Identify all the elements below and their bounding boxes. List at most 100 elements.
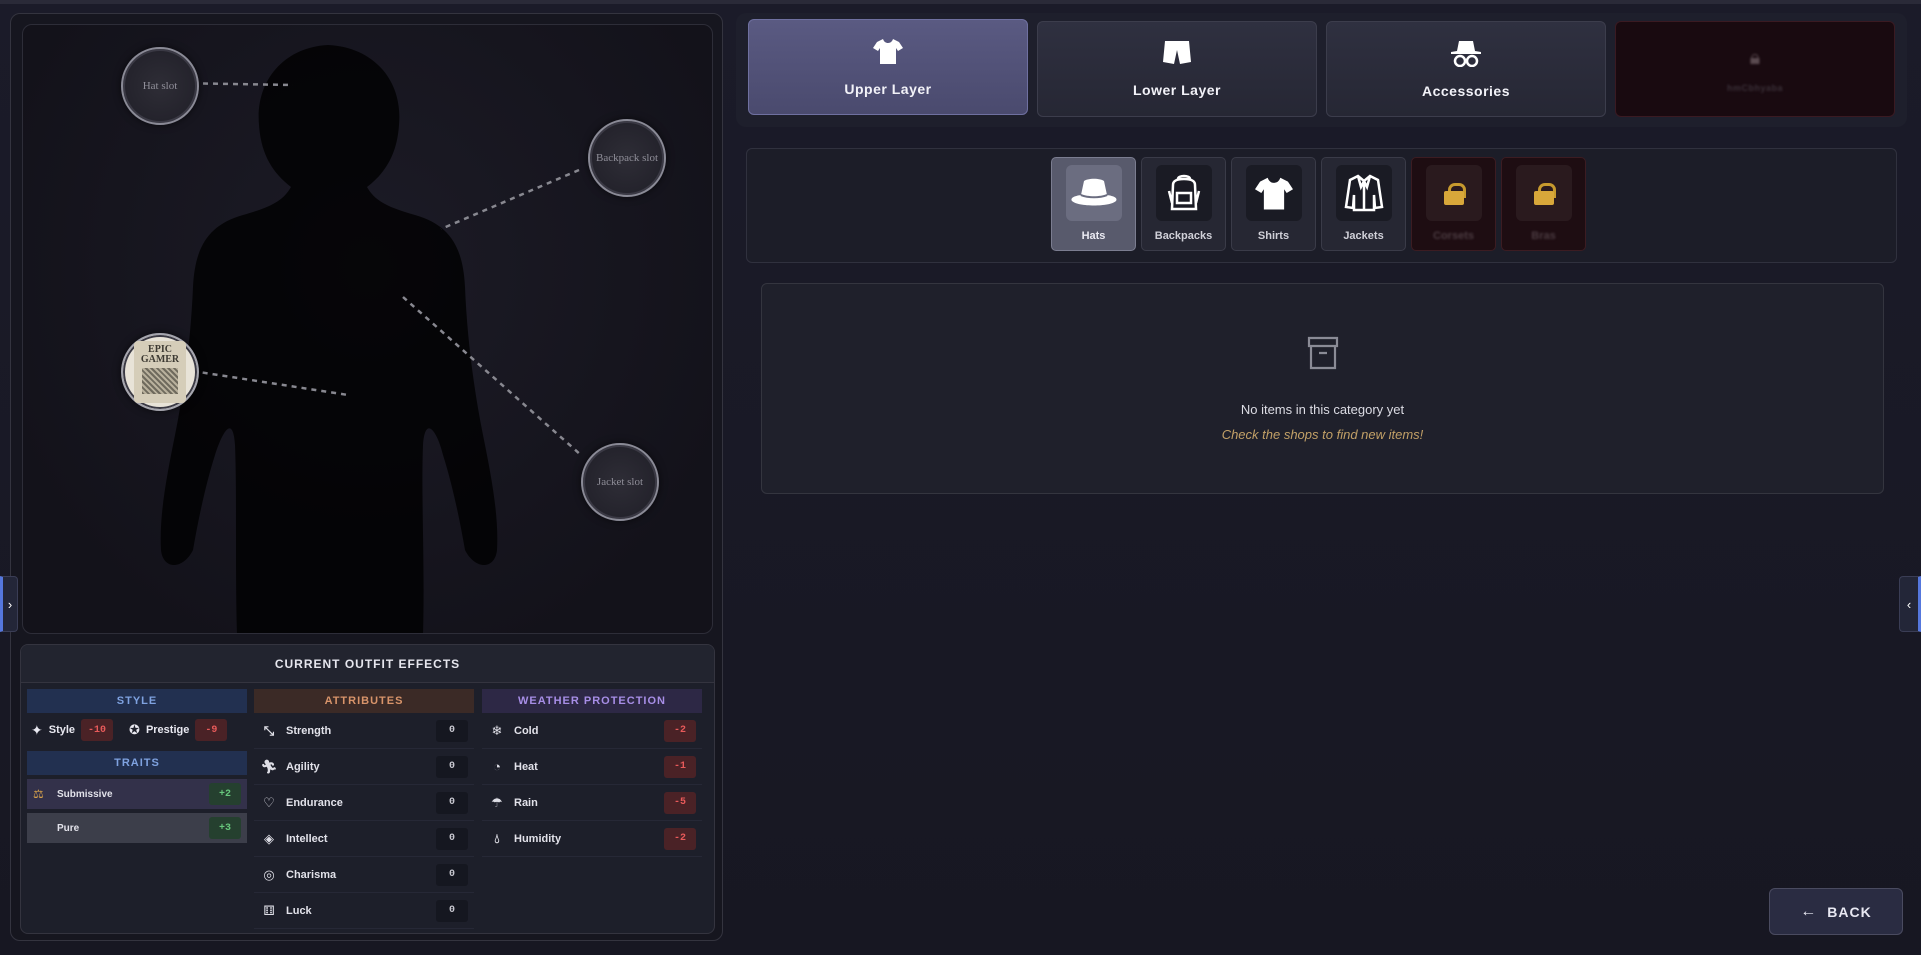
hat-slot-label: Hat slot — [142, 80, 178, 92]
weather-heat: ◔ Heat -1 — [482, 749, 702, 785]
subtab-corsets-locked[interactable]: Corsets — [1411, 157, 1496, 251]
attribute-label: Intellect — [286, 832, 328, 845]
scales-icon: ⚖ — [33, 787, 44, 801]
heat-icon: ◔ — [493, 759, 501, 774]
tab-locked-category[interactable]: 🔒︎ hmCbhyaba — [1615, 21, 1895, 117]
weather-cold: ❄ Cold -2 — [482, 713, 702, 749]
droplet-icon: 💧︎ — [494, 830, 500, 846]
style-header: STYLE — [27, 689, 247, 713]
outfit-effects-panel: CURRENT OUTFIT EFFECTS STYLE ✦ Style -10… — [20, 644, 715, 934]
attribute-value: 0 — [436, 827, 468, 850]
outfit-effects-title: CURRENT OUTFIT EFFECTS — [21, 645, 714, 683]
hat-slot[interactable]: Hat slot — [121, 47, 199, 125]
character-preview: Hat slot Backpack slot EPIC GAMER Jacket… — [22, 24, 713, 634]
trait-submissive: ⚖ Submissive +2 — [27, 779, 247, 809]
style-stats: ✦ Style -10 ✪ Prestige -9 — [27, 713, 247, 747]
heart-pulse-icon: ♡ — [263, 794, 275, 810]
attribute-value: 0 — [436, 755, 468, 778]
weather-value: -2 — [664, 827, 696, 850]
trait-label: Pure — [57, 822, 80, 834]
prestige-label: Prestige — [145, 724, 190, 736]
jacket-slot[interactable]: Jacket slot — [581, 443, 659, 521]
charisma-icon: ◎ — [263, 866, 275, 882]
attribute-luck: ⚅ Luck 0 — [254, 893, 474, 929]
attribute-agility: 🏃︎ Agility 0 — [254, 749, 474, 785]
attributes-header: ATTRIBUTES — [254, 689, 474, 713]
attributes-column: ATTRIBUTES ⤡ Strength 0 🏃︎ Agility 0 ♡ E… — [254, 689, 474, 929]
shirt-icon — [1245, 165, 1302, 221]
empty-title: No items in this category yet — [1240, 402, 1405, 417]
backpack-icon — [1155, 165, 1212, 221]
weather-header: WEATHER PROTECTION — [482, 689, 702, 713]
subtab-hats[interactable]: Hats — [1051, 157, 1136, 251]
graduation-cap-icon: ◈ — [264, 830, 274, 846]
hat-icon — [1065, 165, 1122, 221]
attribute-value: 0 — [436, 863, 468, 886]
running-icon: 🏃︎ — [260, 758, 278, 774]
jacket-slot-label: Jacket slot — [596, 476, 644, 488]
back-button[interactable]: ← BACK — [1769, 888, 1903, 935]
shirt-slot[interactable]: EPIC GAMER — [121, 333, 199, 411]
attribute-label: Agility — [286, 760, 320, 773]
trait-value: +3 — [209, 817, 241, 839]
attribute-label: Endurance — [286, 796, 343, 809]
backpack-slot-label: Backpack slot — [595, 152, 658, 164]
trait-value: +2 — [209, 783, 241, 805]
tshirt-icon — [873, 37, 903, 69]
subtab-label: Bras — [1531, 230, 1556, 242]
attribute-label: Strength — [286, 724, 332, 737]
trait-label: Submissive — [57, 788, 113, 800]
jacket-icon — [1335, 165, 1392, 221]
weather-label: Rain — [514, 796, 538, 809]
arrow-left-icon: ← — [1800, 902, 1818, 920]
chevron-right-icon: › — [7, 596, 13, 612]
trait-pure: Pure +3 — [27, 813, 247, 843]
tab-label: Accessories — [1421, 83, 1510, 99]
weather-label: Cold — [514, 724, 539, 737]
subcategory-bar: Hats Backpacks Shirts Jackets Corsets Br… — [746, 148, 1897, 263]
left-drawer-toggle[interactable]: › — [0, 576, 18, 632]
tab-lower-layer[interactable]: Lower Layer — [1037, 21, 1317, 117]
tab-label: Upper Layer — [844, 81, 932, 97]
top-border — [0, 0, 1921, 4]
backpack-slot[interactable]: Backpack slot — [588, 119, 666, 197]
lock-icon — [1425, 165, 1482, 221]
style-column: STYLE ✦ Style -10 ✪ Prestige -9 TRAITS ⚖… — [27, 689, 247, 929]
sparkle-icon: ✦ — [31, 721, 43, 738]
hat-glasses-icon — [1450, 39, 1482, 71]
right-drawer-toggle[interactable]: ‹ — [1899, 576, 1921, 632]
dice-icon: ⚅ — [263, 902, 275, 918]
lock-icon — [1515, 165, 1572, 221]
weather-value: -5 — [664, 791, 696, 814]
tab-label: hmCbhyaba — [1726, 83, 1783, 93]
weather-label: Humidity — [514, 832, 562, 845]
weather-rain: ☂ Rain -5 — [482, 785, 702, 821]
subtab-jackets[interactable]: Jackets — [1321, 157, 1406, 251]
attribute-endurance: ♡ Endurance 0 — [254, 785, 474, 821]
weather-column: WEATHER PROTECTION ❄ Cold -2 ◔ Heat -1 ☂… — [482, 689, 702, 929]
weather-value: -1 — [664, 755, 696, 778]
umbrella-icon: ☂ — [491, 794, 503, 810]
character-panel: Hat slot Backpack slot EPIC GAMER Jacket… — [10, 13, 723, 941]
locked-icon: 🔒︎ — [1749, 47, 1761, 69]
subtab-bras-locked[interactable]: Bras — [1501, 157, 1586, 251]
snowflake-icon: ❄ — [491, 722, 503, 738]
subtab-label: Backpacks — [1154, 230, 1213, 242]
tab-upper-layer[interactable]: Upper Layer — [748, 19, 1028, 115]
layer-tabs: Upper Layer Lower Layer Accessories 🔒︎ h… — [736, 13, 1907, 127]
subtab-label: Hats — [1081, 230, 1106, 242]
tab-accessories[interactable]: Accessories — [1326, 21, 1606, 117]
tab-label: Lower Layer — [1133, 82, 1221, 98]
prestige-value: -9 — [195, 719, 228, 741]
weather-label: Heat — [514, 760, 538, 773]
subtab-backpacks[interactable]: Backpacks — [1141, 157, 1226, 251]
character-silhouette — [160, 45, 582, 633]
shorts-icon — [1163, 40, 1191, 70]
attribute-charisma: ◎ Charisma 0 — [254, 857, 474, 893]
award-icon: ✪ — [129, 722, 140, 737]
subtab-shirts[interactable]: Shirts — [1231, 157, 1316, 251]
traits-header: TRAITS — [27, 751, 247, 775]
style-label: Style — [48, 724, 76, 736]
attribute-value: 0 — [436, 719, 468, 742]
attribute-strength: ⤡ Strength 0 — [254, 713, 474, 749]
